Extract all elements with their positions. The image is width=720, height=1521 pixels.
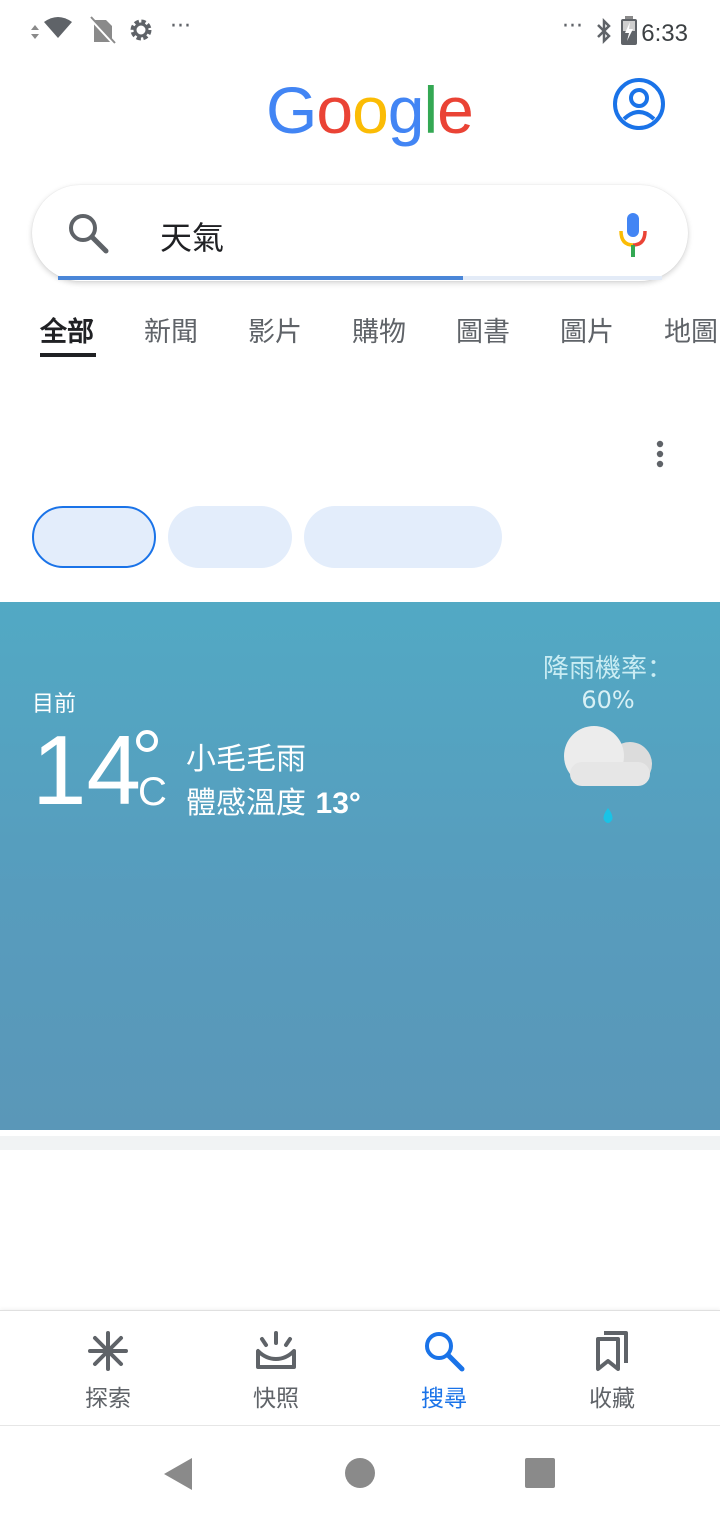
- nav-search[interactable]: 搜尋: [384, 1329, 504, 1413]
- degree-symbol: [136, 730, 158, 752]
- status-overflow-left: ···: [170, 14, 191, 39]
- network-arrows-wifi-icon: [31, 17, 72, 39]
- logo-letter: e: [437, 73, 474, 147]
- search-query[interactable]: 天氣: [160, 213, 224, 259]
- nav-discover[interactable]: 探索: [48, 1329, 168, 1413]
- search-box[interactable]: 天氣: [32, 185, 688, 281]
- tab-1[interactable]: 新聞: [144, 310, 198, 349]
- nav-label-discover: 探索: [85, 1386, 131, 1412]
- system-navigation-bar: [0, 1425, 720, 1521]
- tab-0[interactable]: 全部: [40, 310, 94, 349]
- bottom-navigation: 探索 快照 搜尋 收藏: [0, 1310, 720, 1425]
- mic-icon[interactable]: [618, 211, 648, 259]
- filter-chip-selected[interactable]: [32, 506, 156, 568]
- weather-card[interactable]: 目前 14 C 小毛毛雨 體感溫度 13° 降雨機率： 60%: [0, 602, 720, 1130]
- loading-progress-fill: [58, 276, 463, 280]
- weather-now-label: 目前: [32, 692, 77, 717]
- status-time: 6:33: [641, 20, 688, 47]
- logo-letter: o: [316, 73, 353, 147]
- snapshot-icon: [256, 1331, 296, 1369]
- search-icon: [425, 1332, 465, 1372]
- section-divider: [0, 1136, 720, 1150]
- nav-label-collections: 收藏: [589, 1386, 635, 1412]
- logo-letter: o: [352, 73, 389, 147]
- filter-chip[interactable]: [168, 506, 292, 568]
- weather-temperature: 14: [32, 715, 142, 825]
- tab-3[interactable]: 購物: [352, 310, 406, 349]
- weather-feels-like: 體感溫度 13°: [186, 778, 361, 822]
- nav-label-search: 搜尋: [421, 1386, 467, 1412]
- status-bar: ··· ··· 6:33: [0, 0, 720, 62]
- nav-label-snapshot: 快照: [253, 1386, 299, 1412]
- tab-2[interactable]: 影片: [248, 310, 302, 349]
- recents-icon[interactable]: [524, 1457, 556, 1489]
- rain-chance-value: 60%: [581, 686, 635, 714]
- weather-condition: 小毛毛雨: [186, 742, 306, 777]
- no-sim-icon: [88, 16, 116, 44]
- account-circle-icon[interactable]: [612, 77, 666, 131]
- battery-charging-icon: [621, 16, 637, 45]
- search-tabs: 全部 新聞 影片 購物 圖書 圖片 地圖: [0, 306, 720, 366]
- rain-chance-label: 降雨機率：: [542, 654, 673, 684]
- feels-like-label: 體感溫度: [186, 786, 306, 821]
- nav-collections[interactable]: 收藏: [552, 1329, 672, 1413]
- google-logo: Google: [266, 72, 474, 148]
- settings-icon: [130, 19, 152, 41]
- bookmarks-icon: [596, 1331, 628, 1371]
- search-icon[interactable]: [66, 211, 110, 255]
- active-tab-indicator: [40, 353, 96, 357]
- feels-like-value: 13°: [315, 787, 361, 820]
- nav-snapshot[interactable]: 快照: [216, 1329, 336, 1413]
- logo-letter: l: [423, 73, 439, 147]
- status-overflow-right: ···: [562, 14, 583, 39]
- tab-4[interactable]: 圖書: [456, 310, 510, 349]
- more-vert-icon[interactable]: [650, 440, 670, 470]
- home-icon[interactable]: [344, 1457, 376, 1489]
- logo-letter: G: [266, 73, 317, 147]
- tab-6[interactable]: 地圖: [664, 310, 718, 349]
- bluetooth-icon: [597, 17, 611, 45]
- asterisk-icon: [88, 1331, 128, 1371]
- weather-unit[interactable]: C: [138, 770, 167, 815]
- logo-letter: g: [387, 73, 425, 147]
- back-icon[interactable]: [162, 1456, 194, 1492]
- filter-chip[interactable]: [304, 506, 502, 568]
- tab-5[interactable]: 圖片: [560, 310, 614, 349]
- drizzle-cloud-icon: [564, 726, 652, 823]
